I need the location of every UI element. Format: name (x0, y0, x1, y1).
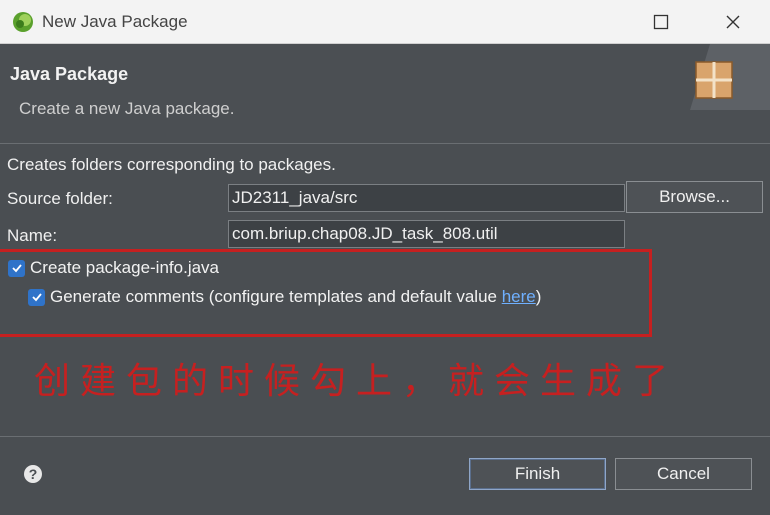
wizard-banner: Java Package Create a new Java package. (0, 44, 770, 144)
browse-button[interactable]: Browse... (626, 181, 763, 213)
title-bar: New Java Package (0, 0, 770, 44)
window-title: New Java Package (42, 12, 188, 31)
source-folder-label: Source folder: (7, 189, 113, 208)
maximize-icon (653, 14, 669, 30)
cancel-button[interactable]: Cancel (615, 458, 752, 490)
name-label: Name: (7, 226, 58, 245)
banner-description: Create a new Java package. (19, 99, 235, 118)
package-wizard-icon (690, 44, 770, 110)
footer-separator (0, 436, 770, 437)
annotation-text: 创建包的时候勾上，就会生成了 (34, 361, 679, 402)
annotation-highlight-box (0, 249, 652, 337)
intro-text: Creates folders corresponding to package… (7, 155, 336, 174)
source-folder-field[interactable]: JD2311_java/src (228, 184, 625, 212)
close-icon (726, 15, 740, 29)
close-button[interactable] (710, 8, 756, 36)
banner-heading: Java Package (10, 64, 129, 84)
eclipse-icon (13, 12, 33, 32)
package-name-field[interactable]: com.briup.chap08.JD_task_808.util (228, 220, 625, 248)
finish-button[interactable]: Finish (469, 458, 606, 490)
maximize-button[interactable] (638, 8, 684, 36)
help-icon[interactable]: ? (24, 465, 42, 483)
